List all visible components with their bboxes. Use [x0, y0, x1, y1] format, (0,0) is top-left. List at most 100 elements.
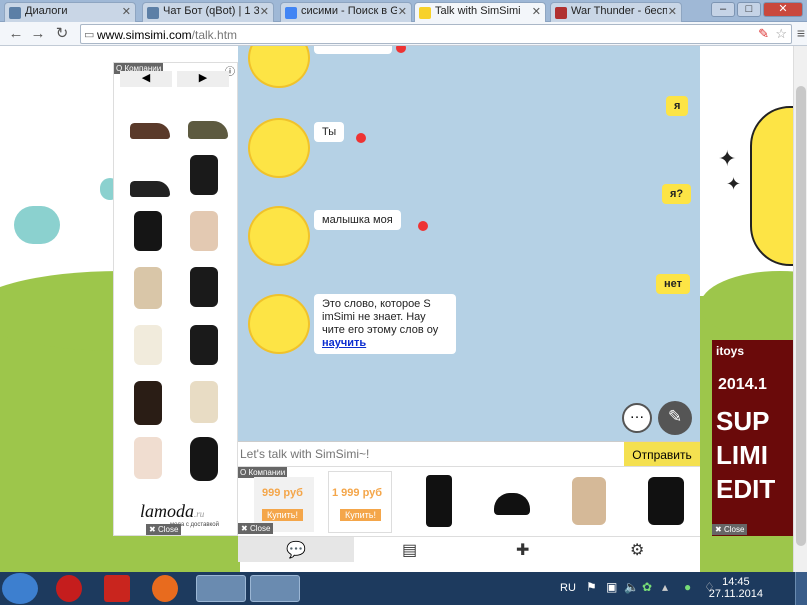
next-arrow-icon[interactable]: ▶	[177, 71, 229, 87]
report-icon[interactable]	[396, 46, 406, 53]
ad-buy-button[interactable]: Купить!	[262, 509, 303, 521]
tab-simsimi[interactable]: Talk with SimSimi ✕	[414, 2, 546, 22]
shoe-item[interactable]	[130, 123, 170, 139]
report-icon[interactable]	[356, 133, 366, 143]
close-tab-icon[interactable]: ✕	[668, 5, 677, 18]
flag-tray-icon[interactable]: ⚑	[586, 580, 597, 594]
start-button[interactable]	[2, 573, 38, 604]
gear-icon[interactable]: ⚙	[630, 540, 644, 560]
shoe-item[interactable]	[130, 181, 170, 197]
close-tab-icon[interactable]: ✕	[260, 5, 269, 18]
acrobat-icon[interactable]	[104, 575, 130, 602]
volume-tray-icon[interactable]: 🔈	[624, 580, 639, 594]
close-label: Close	[157, 525, 179, 534]
ad-buy-button[interactable]: Купить!	[340, 509, 381, 521]
app-tray-icon[interactable]: ✿	[642, 580, 652, 594]
bottom-shop-ad[interactable]: О Компании 999 руб Купить! 1 999 руб Куп…	[238, 466, 700, 536]
forward-icon[interactable]: →	[28, 25, 48, 43]
ad-year: 2014.1	[718, 376, 767, 393]
simsimi-icon	[419, 7, 431, 19]
gamepad-icon[interactable]: ✚	[516, 540, 529, 560]
shoe-item[interactable]	[188, 121, 228, 139]
jacket-item[interactable]	[134, 211, 162, 251]
reload-icon[interactable]: ↻	[52, 25, 72, 43]
left-ad-close-button[interactable]: ✖ Close	[146, 524, 182, 535]
bottom-ad-close-button[interactable]: ✖ Close	[238, 523, 274, 534]
bush-left	[14, 206, 60, 244]
simsimi-avatar	[248, 118, 310, 178]
firefox-icon[interactable]	[152, 575, 178, 602]
user-message: я?	[662, 184, 692, 204]
jacket-item[interactable]	[190, 267, 218, 307]
jacket-item[interactable]	[190, 155, 218, 195]
tab-dialogs[interactable]: Диалоги ✕	[4, 2, 136, 22]
close-tab-icon[interactable]: ✕	[532, 5, 541, 18]
hat-item[interactable]	[494, 493, 530, 515]
address-bar[interactable]: ▭ www.simsimi.com/talk.htm ✎ ☆	[80, 24, 792, 44]
extension-icon[interactable]: ✎	[758, 26, 769, 42]
coat-item[interactable]	[134, 267, 162, 309]
speech-add-icon[interactable]: …	[622, 403, 652, 433]
page-scrollbar[interactable]	[793, 46, 807, 572]
prev-arrow-icon[interactable]: ◀	[120, 71, 172, 87]
pencil-icon[interactable]: ✎	[658, 401, 692, 435]
scrollbar-thumb[interactable]	[796, 86, 806, 546]
jacket-item[interactable]	[190, 325, 218, 365]
simsimi-avatar	[248, 46, 310, 88]
coat-item[interactable]	[134, 325, 162, 365]
bookmark-star-icon[interactable]: ☆	[775, 26, 787, 42]
back-icon[interactable]: ←	[6, 25, 26, 43]
right-ad-close-button[interactable]: ✖ Close	[712, 524, 748, 535]
close-window-button[interactable]: ✕	[763, 2, 803, 17]
coat-item[interactable]	[190, 381, 218, 423]
tab-warthunder[interactable]: War Thunder - беспла ✕	[550, 2, 682, 22]
explorer-icon[interactable]	[196, 575, 246, 602]
tab-chatbot[interactable]: Чат Бот (qBot) | 1 305 ✕	[142, 2, 274, 22]
send-button[interactable]: Отправить	[624, 442, 700, 467]
clock[interactable]: 14:45 27.11.2014	[709, 576, 763, 600]
vk-icon	[147, 7, 159, 19]
close-tab-icon[interactable]: ✕	[398, 5, 407, 18]
tab-strip: Диалоги ✕ Чат Бот (qBot) | 1 305 ✕ сисим…	[0, 0, 807, 22]
teach-link[interactable]: научить	[322, 337, 366, 349]
opera-icon[interactable]	[56, 575, 82, 602]
app-tray-icon[interactable]: ●	[684, 580, 691, 594]
tab-label: Talk with SimSimi	[435, 5, 521, 17]
language-indicator[interactable]: RU	[560, 582, 576, 594]
ad-product[interactable]	[328, 471, 392, 533]
jacket-item[interactable]	[190, 211, 218, 251]
simsimi-avatar	[248, 294, 310, 354]
left-shop-ad[interactable]: О Компании ⓘ ◀ ▶ lamoda.ru мода с достав…	[113, 62, 238, 536]
chrome-icon[interactable]	[250, 575, 300, 602]
notebook-icon[interactable]: ▤	[402, 540, 417, 560]
simsimi-avatar	[248, 206, 310, 266]
minimize-button[interactable]: –	[711, 2, 735, 17]
page-content: ✦ ✦ О Компании ⓘ ◀ ▶ lamoda.ru мода с до…	[0, 46, 807, 572]
jacket-item[interactable]	[572, 477, 606, 525]
jacket-item[interactable]	[134, 437, 162, 479]
message-input-bar: Отправить	[238, 441, 700, 467]
maximize-button[interactable]: □	[737, 2, 761, 17]
tab-label: War Thunder - беспла	[571, 5, 667, 17]
network-tray-icon[interactable]: ▣	[606, 580, 617, 594]
message-input[interactable]	[238, 444, 624, 464]
clock-date: 27.11.2014	[708, 588, 763, 600]
report-icon[interactable]	[418, 221, 428, 231]
coat-item[interactable]	[134, 381, 162, 425]
chat-icon: 💬	[286, 542, 306, 559]
app-tray-icon[interactable]: ▴	[662, 580, 668, 594]
nav-chat-tab[interactable]: 💬	[238, 537, 354, 562]
menu-icon[interactable]: ≡	[797, 25, 805, 41]
close-tab-icon[interactable]: ✕	[122, 5, 131, 18]
tab-label: Чат Бот (qBot) | 1 305	[163, 5, 259, 17]
show-desktop-button[interactable]	[795, 572, 807, 605]
unknown-word-text: Это слово, которое S imSimi не знает. На…	[322, 298, 439, 336]
dress-item[interactable]	[426, 475, 452, 527]
close-label: Close	[249, 524, 271, 533]
puffer-item[interactable]	[190, 437, 218, 481]
sim-message: Это слово, которое S imSimi не знает. На…	[314, 294, 456, 354]
tab-search[interactable]: сисими - Поиск в Goo ✕	[280, 2, 412, 22]
jacket-item[interactable]	[648, 477, 684, 525]
lamoda-logo[interactable]: lamoda.ru	[140, 501, 204, 522]
close-label: Close	[723, 525, 745, 534]
